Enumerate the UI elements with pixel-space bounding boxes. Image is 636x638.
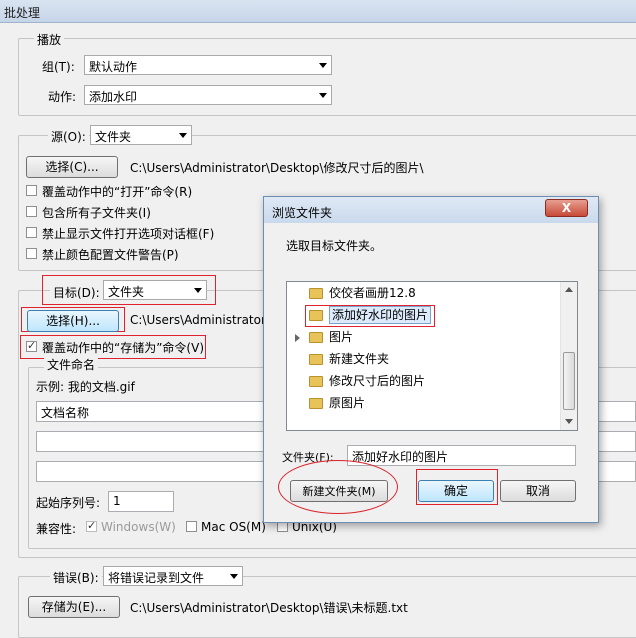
source-option-label-4: 禁止颜色配置文件警告(P) <box>42 248 179 262</box>
title-bar: 批处理 <box>0 0 636 23</box>
serial-input[interactable]: 1 <box>108 491 174 512</box>
source-select-value: 文件夹 <box>95 130 132 144</box>
errors-label: 错误(B): <box>50 569 102 586</box>
ok-button[interactable]: 确定 <box>418 480 494 502</box>
source-choose-label: 选择(C)... <box>45 160 99 174</box>
chevron-down-icon <box>194 288 202 293</box>
action-select[interactable]: 添加水印 <box>84 85 332 105</box>
group-select[interactable]: 默认动作 <box>84 55 332 75</box>
new-folder-button[interactable]: 新建文件夹(M) <box>290 480 388 502</box>
selected-folder-highlight <box>305 305 435 327</box>
source-label: 源(O): <box>48 128 89 145</box>
source-option-label-3: 禁止显示文件打开选项对话框(F) <box>42 227 215 241</box>
tree-item-label: 新建文件夹 <box>329 352 390 366</box>
source-option-checkbox-1[interactable] <box>26 185 37 196</box>
errors-saveas-button[interactable]: 存储为(E)... <box>28 596 120 618</box>
action-select-value: 添加水印 <box>89 90 138 104</box>
errors-path: C:\Users\Administrator\Desktop\错误\未标题.tx… <box>130 601 408 615</box>
compat-label: 兼容性: <box>36 522 77 536</box>
expand-arrow-icon[interactable] <box>295 333 300 342</box>
tree-item-label: 图片 <box>329 330 354 344</box>
chevron-down-icon <box>230 574 238 579</box>
tree-item-label: 佼佼者画册12.8 <box>329 286 416 300</box>
target-select-value: 文件夹 <box>108 285 145 299</box>
browse-folder-dialog: 浏览文件夹 X 选取目标文件夹。 佼佼者画册12.8 添加好水印的图片 图片 新… <box>263 196 599 523</box>
scroll-down-icon[interactable] <box>565 419 573 424</box>
cancel-button[interactable]: 取消 <box>500 480 576 502</box>
serial-label: 起始序列号: <box>36 496 101 510</box>
dialog-title: 浏览文件夹 <box>272 206 333 220</box>
tree-item[interactable]: 佼佼者画册12.8 <box>287 282 560 304</box>
errors-select-value: 将错误记录到文件 <box>108 571 205 585</box>
tree-item[interactable]: 图片 <box>287 326 560 348</box>
folder-icon <box>309 288 323 299</box>
close-icon[interactable]: X <box>545 199 588 217</box>
folder-input[interactable]: 添加好水印的图片 <box>347 445 576 466</box>
errors-select[interactable]: 将错误记录到文件 <box>103 566 243 586</box>
source-path: C:\Users\Administrator\Desktop\修改尺寸后的图片\ <box>130 161 424 175</box>
tree-item-label: 修改尺寸后的图片 <box>329 374 426 388</box>
target-choose-label: 选择(H)... <box>46 314 100 328</box>
cancel-label: 取消 <box>525 484 550 498</box>
source-choose-button[interactable]: 选择(C)... <box>26 156 118 178</box>
scroll-up-icon[interactable] <box>565 287 573 292</box>
folder-icon <box>309 354 323 365</box>
play-legend: 播放 <box>34 31 65 48</box>
override-saveas-checkbox[interactable] <box>26 339 37 352</box>
tree-scrollbar[interactable] <box>560 282 577 430</box>
folder-icon <box>309 398 323 409</box>
chevron-down-icon <box>319 93 327 98</box>
target-select[interactable]: 文件夹 <box>103 280 207 300</box>
window-title: 批处理 <box>4 6 41 20</box>
tree-item[interactable]: 新建文件夹 <box>287 348 560 370</box>
target-label: 目标(D): <box>50 284 103 301</box>
compat-windows-checkbox[interactable] <box>86 519 97 532</box>
chevron-down-icon <box>179 133 187 138</box>
tree-item[interactable]: 修改尺寸后的图片 <box>287 370 560 392</box>
action-label: 动作: <box>48 90 77 104</box>
target-path: C:\Users\Administrator\D <box>130 313 280 327</box>
errors-saveas-label: 存储为(E)... <box>41 600 107 614</box>
tree-item-label: 原图片 <box>329 396 366 410</box>
ok-label: 确定 <box>443 484 468 498</box>
compat-mac-checkbox[interactable] <box>186 521 197 532</box>
tree-item[interactable]: 原图片 <box>287 392 560 414</box>
source-option-checkbox-3[interactable] <box>26 227 37 238</box>
source-option-checkbox-2[interactable] <box>26 206 37 217</box>
folder-icon <box>309 332 323 343</box>
override-saveas-label: 覆盖动作中的“存储为”命令(V) <box>42 341 205 355</box>
compat-windows-label: Windows(W) <box>101 520 176 534</box>
source-option-label-1: 覆盖动作中的“打开”命令(R) <box>42 185 193 199</box>
tree-list: 佼佼者画册12.8 添加好水印的图片 图片 新建文件夹 修改尺寸后的图片 原图片 <box>287 282 560 414</box>
source-select[interactable]: 文件夹 <box>90 125 192 145</box>
source-option-label-2: 包含所有子文件夹(I) <box>42 206 151 220</box>
source-option-checkbox-4[interactable] <box>26 248 37 259</box>
chevron-down-icon <box>319 63 327 68</box>
target-choose-button[interactable]: 选择(H)... <box>27 310 119 332</box>
group-select-value: 默认动作 <box>89 60 138 74</box>
naming-legend: 文件命名 <box>44 356 99 373</box>
folder-icon <box>309 376 323 387</box>
new-folder-label: 新建文件夹(M) <box>302 485 376 498</box>
group-label: 组(T): <box>42 60 75 74</box>
naming-example: 示例: 我的文档.gif <box>36 380 135 394</box>
folder-tree[interactable]: 佼佼者画册12.8 添加好水印的图片 图片 新建文件夹 修改尺寸后的图片 原图片 <box>286 281 578 431</box>
dialog-prompt: 选取目标文件夹。 <box>286 239 383 253</box>
compat-mac-label: Mac OS(M) <box>201 520 266 534</box>
scroll-thumb[interactable] <box>563 352 575 410</box>
dialog-title-bar: 浏览文件夹 X <box>264 197 598 223</box>
